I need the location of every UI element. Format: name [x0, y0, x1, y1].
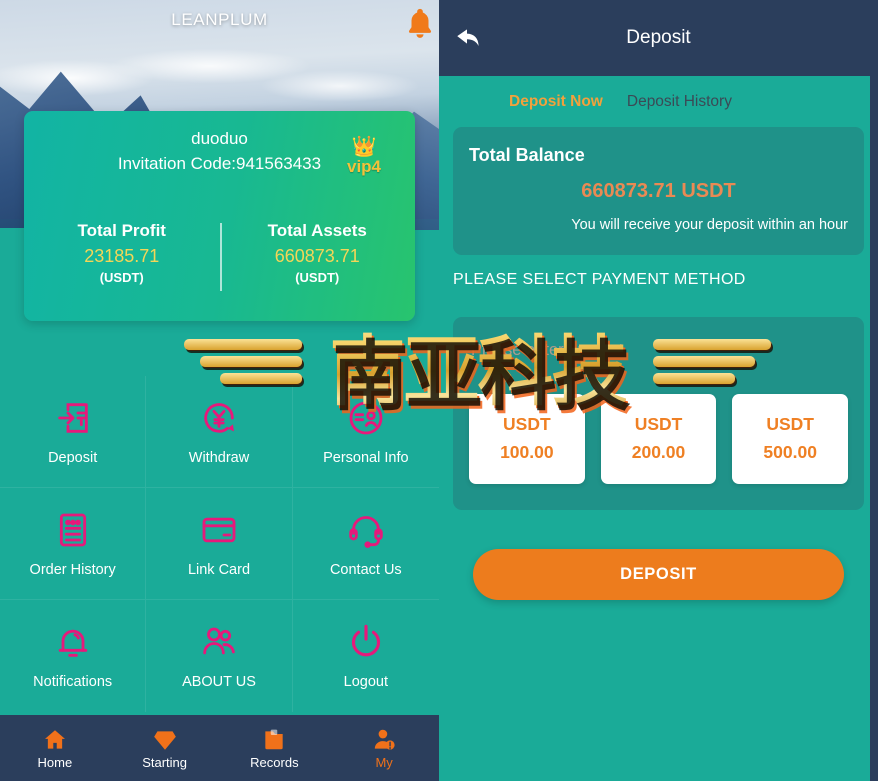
amount-value: 200.00 [631, 442, 686, 462]
menu-item-logout[interactable]: Logout [293, 600, 439, 712]
amount-currency: USDT [766, 414, 814, 434]
stat-title: Total Profit [77, 221, 166, 240]
amount-currency: USDT [634, 414, 683, 434]
menu-item-notifications[interactable]: Notifications [0, 600, 147, 712]
menu-item-personal-info[interactable]: Personal Info [292, 376, 439, 488]
users-icon [199, 622, 239, 662]
back-arrow-icon[interactable] [453, 22, 485, 54]
bell-icon[interactable] [403, 6, 437, 40]
menu-item-label: Withdraw [188, 449, 250, 466]
diamond-icon [152, 727, 178, 753]
menu-item-deposit[interactable]: Deposit [0, 376, 147, 488]
menu-item-label: Personal Info [323, 449, 409, 466]
menu-item-label: Contact Us [329, 561, 402, 578]
amount-option-100[interactable]: USDT 100.00 [469, 394, 585, 484]
nav-item-label: Records [250, 754, 299, 770]
menu-item-label: Deposit [48, 449, 98, 466]
menu-item-withdraw[interactable]: Withdraw [146, 376, 293, 488]
nav-item-starting[interactable]: Starting [110, 715, 220, 781]
stat-value: 660873.71 [274, 246, 360, 266]
amount-value: 100.00 [500, 442, 554, 462]
menu-item-label: Notifications [33, 674, 113, 690]
deposit-button[interactable]: DEPOSIT [473, 549, 844, 600]
menu-item-contact-us[interactable]: Contact Us [292, 488, 439, 600]
vip-badge: 👑 vip4 [336, 137, 392, 176]
person-info-icon [346, 398, 386, 438]
profile-card: duoduo Invitation Code:941563433 👑 vip4 … [24, 111, 415, 321]
menu-item-label: Link Card [187, 561, 251, 578]
tab-deposit-history[interactable]: Deposit History [627, 93, 732, 111]
headset-icon [346, 510, 386, 550]
records-icon [261, 727, 287, 753]
right-panel-deposit: Deposit Deposit Now Deposit History Tota… [439, 0, 878, 781]
brand-title: LEANPLUM [171, 10, 268, 29]
total-balance-card: Total Balance 660873.71 USDT You will re… [453, 127, 864, 255]
power-icon [346, 622, 386, 662]
stat-title: Total Assets [267, 221, 367, 240]
stat-value: 23185.71 [84, 246, 160, 266]
deposit-tabs: Deposit Now Deposit History [439, 76, 878, 125]
withdraw-circle-icon [199, 398, 239, 438]
nav-item-records[interactable]: Records [220, 715, 330, 781]
balance-note: You will receive your deposit within an … [571, 217, 848, 233]
menu-grid: Deposit Withdraw Personal Info Order His… [0, 376, 439, 712]
home-icon [42, 727, 68, 753]
menu-item-label: Order History [29, 561, 116, 578]
nav-item-my[interactable]: My [329, 715, 439, 781]
bottom-navigation: Home Starting Records My [0, 715, 439, 781]
amount-option-500[interactable]: USDT 500.00 [732, 394, 849, 484]
amount-input[interactable] [469, 339, 848, 370]
stats-divider [219, 223, 222, 291]
stat-total-profit: Total Profit 23185.71 (USDT) [24, 219, 220, 287]
amount-option-200[interactable]: USDT 200.00 [600, 394, 717, 484]
left-panel-home: LEANPLUM duoduo Invitation Code:94156343… [0, 0, 439, 781]
deposit-topbar: Deposit [439, 0, 878, 76]
stat-unit: (USDT) [99, 270, 144, 285]
nav-item-home[interactable]: Home [0, 715, 110, 781]
vip-level-label: vip4 [346, 157, 382, 176]
payment-amount-card: USDT 100.00 USDT 200.00 USDT 500.00 [453, 317, 864, 510]
stat-unit: (USDT) [295, 270, 340, 285]
stat-total-assets: Total Assets 660873.71 (USDT) [220, 219, 416, 287]
right-edge-strip [870, 0, 878, 781]
amount-options: USDT 100.00 USDT 200.00 USDT 500.00 [469, 394, 849, 484]
app-screen: LEANPLUM duoduo Invitation Code:94156343… [0, 0, 878, 781]
menu-item-label: Logout [343, 674, 388, 690]
bell-icon [53, 622, 93, 662]
nav-item-label: Home [37, 754, 73, 770]
menu-item-link-card[interactable]: Link Card [146, 488, 293, 600]
nav-item-label: Starting [142, 754, 188, 770]
nav-item-label: My [375, 754, 393, 770]
credit-card-icon [199, 510, 239, 550]
menu-item-label: ABOUT US [182, 674, 256, 690]
tab-deposit-now[interactable]: Deposit Now [509, 93, 603, 111]
order-list-icon [53, 510, 93, 550]
menu-item-order-history[interactable]: Order History [0, 488, 147, 600]
menu-item-about-us[interactable]: ABOUT US [146, 600, 293, 712]
crown-icon: 👑 [351, 136, 377, 158]
balance-title: Total Balance [469, 145, 585, 165]
amount-value: 500.00 [763, 442, 817, 462]
balance-value: 660873.71 USDT [581, 180, 736, 202]
amount-currency: USDT [503, 414, 551, 434]
profile-icon [371, 727, 397, 753]
payment-method-heading: PLEASE SELECT PAYMENT METHOD [453, 271, 746, 288]
page-title: Deposit [626, 27, 691, 48]
deposit-arrow-icon [53, 398, 93, 438]
